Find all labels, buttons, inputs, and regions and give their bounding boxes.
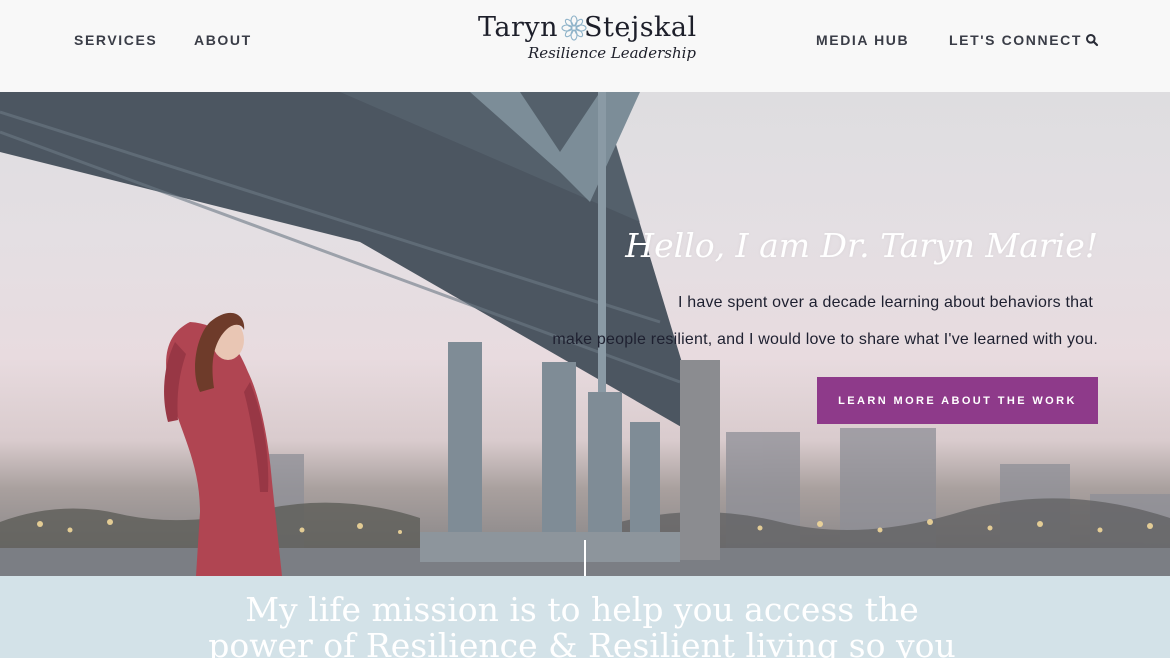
nav-about-link[interactable]: ABOUT — [194, 32, 252, 48]
hero-section: Hello, I am Dr. Taryn Marie! I have spen… — [0, 92, 1170, 576]
nav-services-link[interactable]: SERVICES — [74, 32, 157, 48]
search-icon[interactable] — [1085, 33, 1099, 47]
site-header: SERVICES ABOUT Taryn Stejskal Resilience… — [0, 0, 1170, 92]
learn-more-button[interactable]: LEARN MORE ABOUT THE WORK — [817, 377, 1098, 424]
hero-intro-line-2: make people resilient, and I would love … — [552, 331, 1098, 348]
logo-tagline: Resilience Leadership — [528, 44, 697, 62]
hero-title: Hello, I am Dr. Taryn Marie! — [625, 226, 1098, 265]
logo-last-name: Stejskal — [584, 12, 697, 43]
mission-line-2: power of Resilience & Resilient living s… — [208, 626, 956, 658]
scroll-indicator-line — [584, 540, 586, 576]
site-logo[interactable]: Taryn Stejskal Resilience Leadership — [478, 12, 696, 72]
nav-media-hub-link[interactable]: MEDIA HUB — [816, 32, 909, 48]
mission-line-1: My life mission is to help you access th… — [245, 590, 919, 629]
mission-section: My life mission is to help you access th… — [0, 576, 1170, 658]
hero-intro-line-1: I have spent over a decade learning abou… — [677, 294, 1093, 311]
mission-statement: My life mission is to help you access th… — [0, 592, 1164, 658]
nav-lets-connect-link[interactable]: LET'S CONNECT — [949, 32, 1082, 48]
logo-first-name: Taryn — [478, 12, 559, 43]
